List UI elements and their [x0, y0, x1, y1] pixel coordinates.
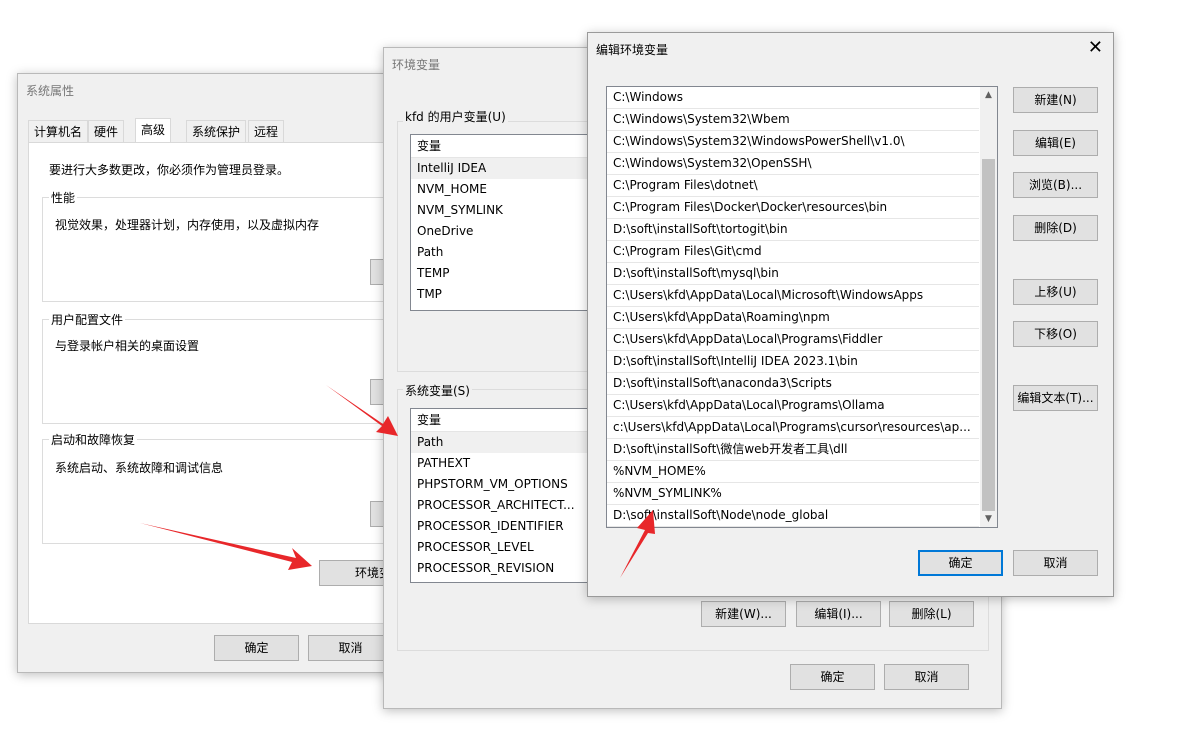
system-variables-label: 系统变量(S) — [403, 382, 472, 399]
startup-recovery-group — [42, 439, 398, 544]
tab-strip: 计算机名 硬件 高级 系统保护 远程 — [28, 118, 388, 143]
tab-panel: 要进行大多数更改，你必须作为管理员登录。 性能 视觉效果，处理器计划，内存使用，… — [28, 142, 398, 624]
startup-recovery-label: 启动和故障恢复 — [49, 431, 138, 448]
user-profile-desc: 与登录帐户相关的桌面设置 — [55, 339, 200, 353]
delete-button[interactable]: 删除(D) — [1013, 215, 1098, 241]
user-profile-label: 用户配置文件 — [49, 311, 126, 328]
path-entry-row[interactable]: %NVM_HOME% — [607, 461, 979, 483]
path-entry-row[interactable]: D:\soft\installSoft\Node\node_global — [607, 505, 979, 527]
startup-recovery-desc: 系统启动、系统故障和调试信息 — [55, 461, 224, 475]
path-entry-row[interactable]: C:\Users\kfd\AppData\Local\Programs\Olla… — [607, 395, 979, 417]
performance-group — [42, 197, 398, 302]
path-entry-row[interactable]: C:\Users\kfd\AppData\Roaming\npm — [607, 307, 979, 329]
vertical-scrollbar[interactable]: ▲ ▼ — [980, 87, 997, 527]
path-entry-row[interactable]: C:\Program Files\Docker\Docker\resources… — [607, 197, 979, 219]
browse-button[interactable]: 浏览(B)... — [1013, 172, 1098, 198]
ok-button[interactable]: 确定 — [918, 550, 1003, 576]
path-entry-row[interactable]: C:\Windows — [607, 87, 979, 109]
system-properties-window: 系统属性 计算机名 硬件 高级 系统保护 远程 要进行大多数更改，你必须作为管理… — [17, 73, 399, 673]
cancel-button[interactable]: 取消 — [308, 635, 393, 661]
tab-system-protection[interactable]: 系统保护 — [186, 120, 247, 143]
path-entry-row[interactable]: C:\Users\kfd\AppData\Local\Programs\Fidd… — [607, 329, 979, 351]
edit-environment-variable-window: 编辑环境变量 ✕ C:\Windows C:\Windows\System32\W… — [587, 32, 1114, 597]
admin-note: 要进行大多数更改，你必须作为管理员登录。 — [49, 163, 290, 177]
path-entry-row[interactable]: D:\soft\installSoft\anaconda3\Scripts — [607, 373, 979, 395]
user-variables-label: kfd 的用户变量(U) — [403, 108, 508, 125]
scrollbar-thumb[interactable] — [982, 159, 995, 511]
path-entry-row[interactable]: C:\Users\kfd\AppData\Local\Microsoft\Win… — [607, 285, 979, 307]
path-entries-list[interactable]: C:\Windows C:\Windows\System32\Wbem C:\Win… — [606, 86, 998, 528]
path-entry-row[interactable]: C:\Windows\System32\OpenSSH\ — [607, 153, 979, 175]
path-entry-row[interactable]: D:\soft\installSoft\mysql\bin — [607, 263, 979, 285]
ok-button[interactable]: 确定 — [790, 664, 875, 690]
edit-system-variable-button[interactable]: 编辑(I)... — [796, 601, 881, 627]
window-title: 编辑环境变量 — [596, 43, 669, 57]
tab-advanced[interactable]: 高级 — [135, 118, 172, 143]
path-entry-row[interactable]: D:\soft\installSoft\tortogit\bin — [607, 219, 979, 241]
scroll-up-icon[interactable]: ▲ — [980, 90, 997, 100]
window-title: 环境变量 — [392, 58, 441, 72]
path-entry-row[interactable]: C:\Windows\System32\WindowsPowerShell\v1… — [607, 131, 979, 153]
path-entry-row[interactable]: c:\Users\kfd\AppData\Local\Programs\curs… — [607, 417, 979, 439]
tab-hardware[interactable]: 硬件 — [88, 120, 125, 143]
performance-desc: 视觉效果，处理器计划，内存使用，以及虚拟内存 — [55, 218, 320, 232]
path-entry-row[interactable]: D:\soft\installSoft\IntelliJ IDEA 2023.1… — [607, 351, 979, 373]
move-up-button[interactable]: 上移(U) — [1013, 279, 1098, 305]
new-system-variable-button[interactable]: 新建(W)... — [701, 601, 786, 627]
delete-system-variable-button[interactable]: 删除(L) — [889, 601, 974, 627]
path-entry-row[interactable]: %NVM_SYMLINK% — [607, 483, 979, 505]
cancel-button[interactable]: 取消 — [1013, 550, 1098, 576]
cancel-button[interactable]: 取消 — [884, 664, 969, 690]
new-button[interactable]: 新建(N) — [1013, 87, 1098, 113]
close-icon[interactable]: ✕ — [1088, 37, 1103, 58]
scroll-down-icon[interactable]: ▼ — [980, 514, 997, 524]
window-title: 系统属性 — [26, 84, 75, 98]
move-down-button[interactable]: 下移(O) — [1013, 321, 1098, 347]
path-entry-row[interactable]: C:\Program Files\Git\cmd — [607, 241, 979, 263]
tab-computer-name[interactable]: 计算机名 — [28, 120, 89, 143]
ok-button[interactable]: 确定 — [214, 635, 299, 661]
performance-label: 性能 — [49, 189, 78, 206]
user-profile-group — [42, 319, 398, 424]
edit-text-button[interactable]: 编辑文本(T)... — [1013, 385, 1098, 411]
tab-remote[interactable]: 远程 — [248, 120, 285, 143]
path-entry-row[interactable]: C:\Windows\System32\Wbem — [607, 109, 979, 131]
path-entry-row[interactable]: C:\Program Files\dotnet\ — [607, 175, 979, 197]
edit-button[interactable]: 编辑(E) — [1013, 130, 1098, 156]
path-entry-row[interactable]: D:\soft\installSoft\微信web开发者工具\dll — [607, 439, 979, 461]
